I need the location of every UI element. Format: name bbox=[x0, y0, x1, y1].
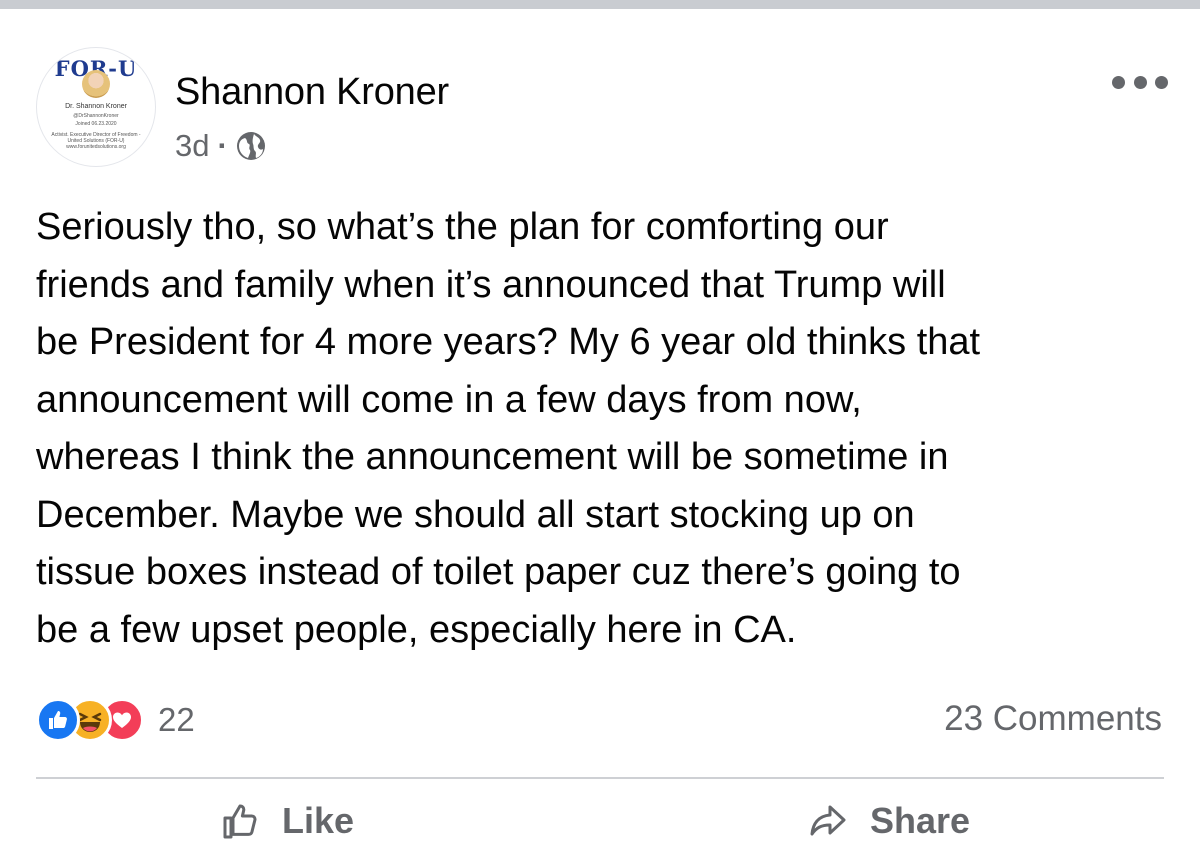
avatar-handle: @DrShannonKroner bbox=[73, 113, 119, 119]
post-text-line: be President for 4 more years? My 6 year… bbox=[36, 321, 981, 363]
avatar-photo bbox=[82, 70, 110, 98]
thumbs-up-icon bbox=[223, 804, 257, 839]
post-text-line: whereas I think the announcement will be… bbox=[36, 436, 949, 478]
reaction-count: 22 bbox=[158, 701, 195, 738]
post-meta: 3d · bbox=[175, 128, 266, 164]
post-card: FOR-U Dr. Shannon Kroner @DrShannonKrone… bbox=[0, 9, 1200, 841]
share-button[interactable]: Share bbox=[808, 800, 971, 841]
avatar-bio: Activist. Executive Director of Freedom … bbox=[51, 132, 141, 150]
post-time[interactable]: 3d bbox=[175, 128, 209, 164]
post-text-line: tissue boxes instead of toilet paper cuz… bbox=[36, 551, 961, 593]
post-text-line: friends and family when it’s announced t… bbox=[36, 263, 946, 306]
globe-icon bbox=[236, 132, 265, 160]
like-reaction-icon bbox=[36, 698, 80, 742]
share-arrow-icon bbox=[810, 805, 846, 836]
more-options-icon[interactable] bbox=[1112, 69, 1168, 95]
post-text-line: Seriously tho, so what’s the plan for co… bbox=[36, 206, 889, 248]
top-divider-strip bbox=[0, 0, 1200, 9]
actions-divider bbox=[36, 777, 1164, 779]
avatar-joined: Joined 06.23.2020 bbox=[75, 121, 117, 127]
avatar[interactable]: FOR-U Dr. Shannon Kroner @DrShannonKrone… bbox=[36, 47, 156, 167]
post-text-line: announcement will come in a few days fro… bbox=[36, 378, 862, 421]
like-button-label: Like bbox=[282, 800, 355, 841]
reactions-summary[interactable]: 22 bbox=[36, 697, 195, 743]
post-text-line: December. Maybe we should all start stoc… bbox=[36, 493, 915, 536]
like-button[interactable]: Like bbox=[220, 800, 355, 841]
meta-separator: · bbox=[217, 128, 228, 163]
avatar-name: Dr. Shannon Kroner bbox=[65, 103, 127, 110]
author-name[interactable]: Shannon Kroner bbox=[175, 71, 449, 114]
post-text: Seriously tho, so what’s the plan for co… bbox=[36, 199, 1176, 659]
comments-count-link[interactable]: 23 Comments bbox=[944, 699, 1162, 739]
post-text-line: be a few upset people, especially here i… bbox=[36, 608, 797, 651]
share-button-label: Share bbox=[870, 800, 971, 841]
